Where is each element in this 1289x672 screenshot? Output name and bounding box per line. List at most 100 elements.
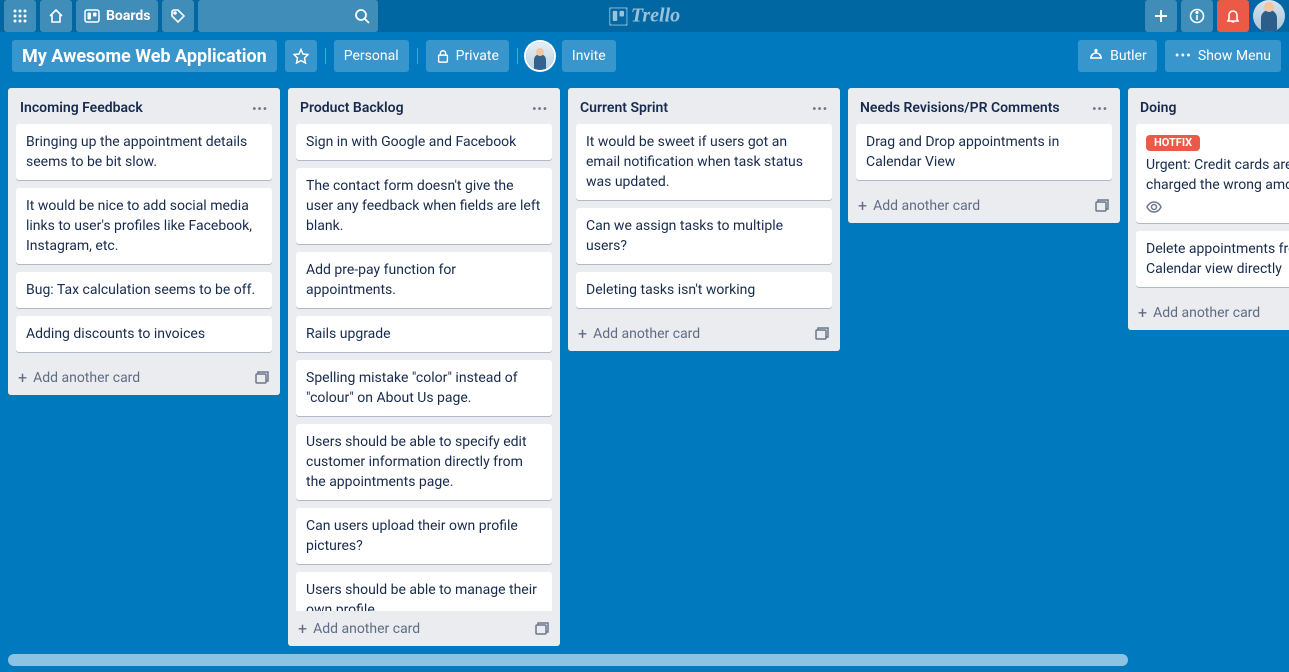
add-card-label: Add another card [313, 621, 420, 637]
template-icon[interactable] [1094, 198, 1110, 214]
list-title[interactable]: Current Sprint [580, 98, 808, 118]
list-header: Current Sprint••• [568, 88, 840, 124]
list-menu-button[interactable]: ••• [248, 98, 272, 120]
star-icon [293, 48, 309, 64]
boards-button[interactable]: Boards [76, 0, 158, 32]
add-card-label: Add another card [33, 370, 140, 386]
list-cards: Sign in with Google and Facebook The cont… [288, 124, 560, 611]
horizontal-scrollbar[interactable] [8, 654, 1281, 666]
card[interactable]: It would be sweet if users got an email … [576, 124, 832, 200]
template-icon[interactable] [814, 326, 830, 342]
search-input[interactable] [198, 0, 378, 32]
invite-button[interactable]: Invite [562, 40, 616, 72]
card-text: Spelling mistake "color" instead of "col… [306, 370, 518, 406]
info-icon [1189, 8, 1205, 24]
card[interactable]: The contact form doesn't give the user a… [296, 168, 552, 244]
list-menu-button[interactable]: ••• [808, 98, 832, 120]
team-label: Personal [344, 48, 399, 64]
header-left: Boards [4, 0, 378, 32]
list: Doing•••HOTFIXUrgent: Credit cards are b… [1128, 88, 1289, 330]
watch-icon [1146, 199, 1162, 215]
template-icon[interactable] [534, 621, 550, 637]
card[interactable]: Users should be able to specify edit cus… [296, 424, 552, 500]
card[interactable]: Can users upload their own profile pictu… [296, 508, 552, 564]
user-avatar[interactable] [1253, 0, 1285, 32]
search-icon [354, 8, 370, 24]
list-cards: Drag and Drop appointments in Calendar V… [848, 124, 1120, 188]
add-card-label: Add another card [1153, 305, 1260, 321]
card-text: Deleting tasks isn't working [586, 282, 755, 298]
home-button[interactable] [40, 0, 72, 32]
template-icon[interactable] [254, 370, 270, 386]
team-button[interactable]: Personal [334, 40, 409, 72]
list: Incoming Feedback•••Bringing up the appo… [8, 88, 280, 395]
card[interactable]: HOTFIXUrgent: Credit cards are being cha… [1136, 124, 1289, 223]
plus-icon: + [578, 324, 587, 343]
card-text: Can users upload their own profile pictu… [306, 518, 518, 554]
card[interactable]: It would be nice to add social media lin… [16, 188, 272, 264]
info-button[interactable] [1181, 0, 1213, 32]
list: Current Sprint•••It would be sweet if us… [568, 88, 840, 351]
list-title[interactable]: Product Backlog [300, 98, 528, 118]
card[interactable]: Deleting tasks isn't working [576, 272, 832, 308]
card[interactable]: Bug: Tax calculation seems to be off. [16, 272, 272, 308]
card[interactable]: Users should be able to manage their own… [296, 572, 552, 611]
board-name[interactable]: My Awesome Web Application [12, 40, 277, 72]
apps-icon [12, 8, 28, 24]
list-title[interactable]: Doing [1140, 98, 1289, 118]
card[interactable]: Drag and Drop appointments in Calendar V… [856, 124, 1112, 180]
add-card-button[interactable]: + Add another card [288, 611, 560, 646]
card-text: Sign in with Google and Facebook [306, 134, 516, 150]
create-button[interactable] [1145, 0, 1177, 32]
star-button[interactable] [285, 40, 317, 72]
trello-logo[interactable]: Trello [609, 5, 680, 28]
list-header: Doing••• [1128, 88, 1289, 124]
visibility-label: Private [456, 48, 499, 64]
divider [417, 48, 418, 64]
card-text: Bringing up the appointment details seem… [26, 134, 247, 170]
add-card-button[interactable]: + Add another card [1128, 295, 1289, 330]
notifications-button[interactable] [1217, 0, 1249, 32]
card[interactable]: Can we assign tasks to multiple users? [576, 208, 832, 264]
logo-text: Trello [631, 5, 680, 28]
card[interactable]: Sign in with Google and Facebook [296, 124, 552, 160]
home-icon [48, 8, 64, 24]
list-title[interactable]: Incoming Feedback [20, 98, 248, 118]
add-card-button[interactable]: +Add another card [848, 188, 1120, 223]
show-menu-button[interactable]: ••• Show Menu [1165, 40, 1281, 72]
tag-icon [170, 8, 186, 24]
plus-icon: + [1138, 303, 1147, 322]
plus-icon: + [298, 619, 307, 638]
card-text: Adding discounts to invoices [26, 326, 205, 342]
plus-icon: + [18, 368, 27, 387]
card-text: Users should be able to specify edit cus… [306, 434, 527, 490]
trello-logo-icon [609, 7, 627, 25]
visibility-button[interactable]: Private [426, 40, 509, 72]
card[interactable]: Delete appointments from the Calendar vi… [1136, 231, 1289, 287]
list-menu-button[interactable]: ••• [1088, 98, 1112, 120]
member-avatar[interactable] [526, 42, 554, 70]
card-text: Can we assign tasks to multiple users? [586, 218, 783, 254]
plus-icon: + [858, 196, 867, 215]
card[interactable]: Add pre-pay function for appointments. [296, 252, 552, 308]
butler-button[interactable]: Butler [1078, 40, 1157, 72]
global-header: Boards Trello [0, 0, 1289, 32]
add-card-button[interactable]: + Add another card [8, 360, 280, 395]
card[interactable]: Rails upgrade [296, 316, 552, 352]
card[interactable]: Bringing up the appointment details seem… [16, 124, 272, 180]
scrollbar-thumb[interactable] [8, 654, 1128, 666]
invite-label: Invite [572, 48, 606, 64]
card[interactable]: Adding discounts to invoices [16, 316, 272, 352]
tag-button[interactable] [162, 0, 194, 32]
board-canvas[interactable]: Incoming Feedback•••Bringing up the appo… [0, 80, 1289, 672]
apps-button[interactable] [4, 0, 36, 32]
butler-label: Butler [1110, 48, 1147, 64]
card[interactable]: Spelling mistake "color" instead of "col… [296, 360, 552, 416]
list-title[interactable]: Needs Revisions/PR Comments [860, 98, 1088, 118]
butler-icon [1088, 48, 1104, 64]
show-menu-label: Show Menu [1198, 48, 1271, 64]
board-header-right: Butler ••• Show Menu [1078, 40, 1281, 72]
list-menu-button[interactable]: ••• [528, 98, 552, 120]
add-card-button[interactable]: +Add another card [568, 316, 840, 351]
card-text: It would be nice to add social media lin… [26, 198, 252, 254]
